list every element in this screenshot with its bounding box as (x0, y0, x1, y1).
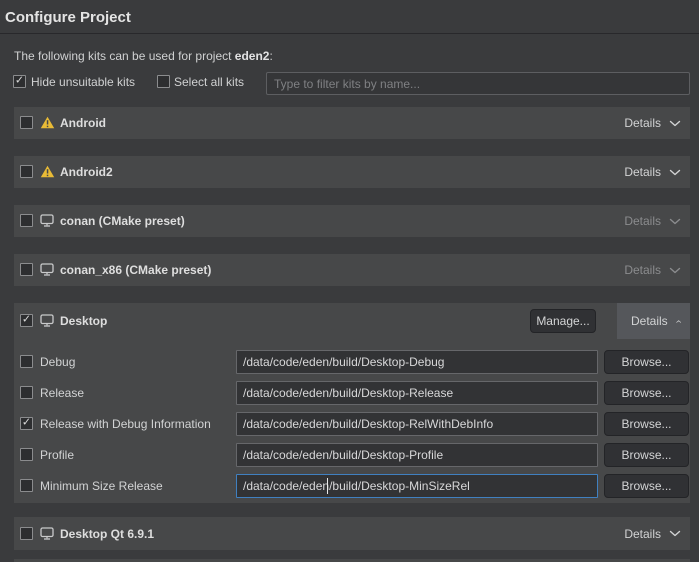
chevron-down-icon (669, 530, 681, 537)
config-relwithdebinfo-label: Release with Debug Information (40, 417, 211, 431)
chevron-down-icon (669, 169, 681, 176)
kit-name: Desktop (60, 314, 107, 328)
kit-conan-x86-checkbox[interactable] (20, 263, 33, 276)
config-release-path-input[interactable] (236, 381, 598, 405)
config-minsizerel-path-input[interactable] (236, 474, 598, 498)
config-release-browse-button[interactable]: Browse... (604, 381, 689, 405)
desktop-monitor-icon (40, 527, 54, 544)
config-debug-checkbox[interactable] (20, 355, 33, 368)
kit-conan-checkbox[interactable] (20, 214, 33, 227)
select-all-kits-checkbox[interactable] (157, 75, 170, 88)
kit-android-details-button[interactable]: Details (610, 107, 690, 139)
kit-name: conan_x86 (CMake preset) (60, 263, 211, 277)
warning-icon (40, 165, 55, 181)
config-profile-path-input[interactable] (236, 443, 598, 467)
kit-conan-x86-details-button[interactable]: Details (610, 254, 690, 286)
check-icon: ✓ (15, 76, 24, 87)
kits-info-text: The following kits can be used for proje… (14, 49, 273, 63)
config-profile-checkbox[interactable] (20, 448, 33, 461)
hide-unsuitable-kits-label: Hide unsuitable kits (31, 75, 135, 89)
config-debug-browse-button[interactable]: Browse... (604, 350, 689, 374)
config-release-label: Release (40, 386, 84, 400)
chevron-down-icon (669, 267, 681, 274)
kit-name: Android (60, 116, 106, 130)
kit-filter-input[interactable] (266, 72, 690, 95)
kit-row-android: Android Details (14, 107, 690, 139)
desktop-monitor-icon (40, 263, 54, 280)
kit-desktop-details-button[interactable]: Details (617, 303, 690, 339)
select-all-kits-label: Select all kits (174, 75, 244, 89)
config-debug-label: Debug (40, 355, 75, 369)
config-minsizerel-browse-button[interactable]: Browse... (604, 474, 689, 498)
text-cursor (327, 478, 328, 494)
config-relwithdebinfo-checkbox[interactable]: ✓ (20, 417, 33, 430)
config-profile-label: Profile (40, 448, 74, 462)
config-release-checkbox[interactable] (20, 386, 33, 399)
page-title: Configure Project (5, 9, 131, 26)
kit-name: conan (CMake preset) (60, 214, 185, 228)
kit-row-desktop: ✓ Desktop Manage... Details Debug Browse… (14, 303, 690, 503)
kit-row-conan: conan (CMake preset) Details (14, 205, 690, 237)
hide-unsuitable-kits-checkbox[interactable]: ✓ (13, 75, 26, 88)
kit-desktop-qt-details-button[interactable]: Details (610, 517, 690, 550)
kit-row-conan-x86: conan_x86 (CMake preset) Details (14, 254, 690, 286)
check-icon: ✓ (22, 418, 31, 429)
kit-android-checkbox[interactable] (20, 116, 33, 129)
desktop-monitor-icon (40, 214, 54, 231)
config-relwithdebinfo-browse-button[interactable]: Browse... (604, 412, 689, 436)
kit-name: Android2 (60, 165, 113, 179)
title-separator (0, 33, 699, 34)
kit-desktop-checkbox[interactable]: ✓ (20, 314, 33, 327)
config-minsizerel-checkbox[interactable] (20, 479, 33, 492)
kit-desktop-qt-checkbox[interactable] (20, 527, 33, 540)
config-minsizerel-label: Minimum Size Release (40, 479, 163, 493)
kit-conan-details-button[interactable]: Details (610, 205, 690, 237)
kit-android2-checkbox[interactable] (20, 165, 33, 178)
config-relwithdebinfo-path-input[interactable] (236, 412, 598, 436)
chevron-down-icon (669, 218, 681, 225)
kit-row-desktop-qt: Desktop Qt 6.9.1 Details (14, 517, 690, 550)
desktop-monitor-icon (40, 314, 54, 331)
kit-name: Desktop Qt 6.9.1 (60, 527, 154, 541)
config-debug-path-input[interactable] (236, 350, 598, 374)
manage-kits-button[interactable]: Manage... (530, 309, 596, 333)
warning-icon (40, 116, 55, 132)
kit-android2-details-button[interactable]: Details (610, 156, 690, 188)
chevron-down-icon (669, 120, 681, 127)
config-profile-browse-button[interactable]: Browse... (604, 443, 689, 467)
project-name: eden2 (235, 49, 270, 63)
chevron-up-icon (676, 318, 681, 325)
check-icon: ✓ (22, 315, 31, 326)
kit-row-android2: Android2 Details (14, 156, 690, 188)
configure-project-page: Configure Project The following kits can… (0, 0, 699, 562)
